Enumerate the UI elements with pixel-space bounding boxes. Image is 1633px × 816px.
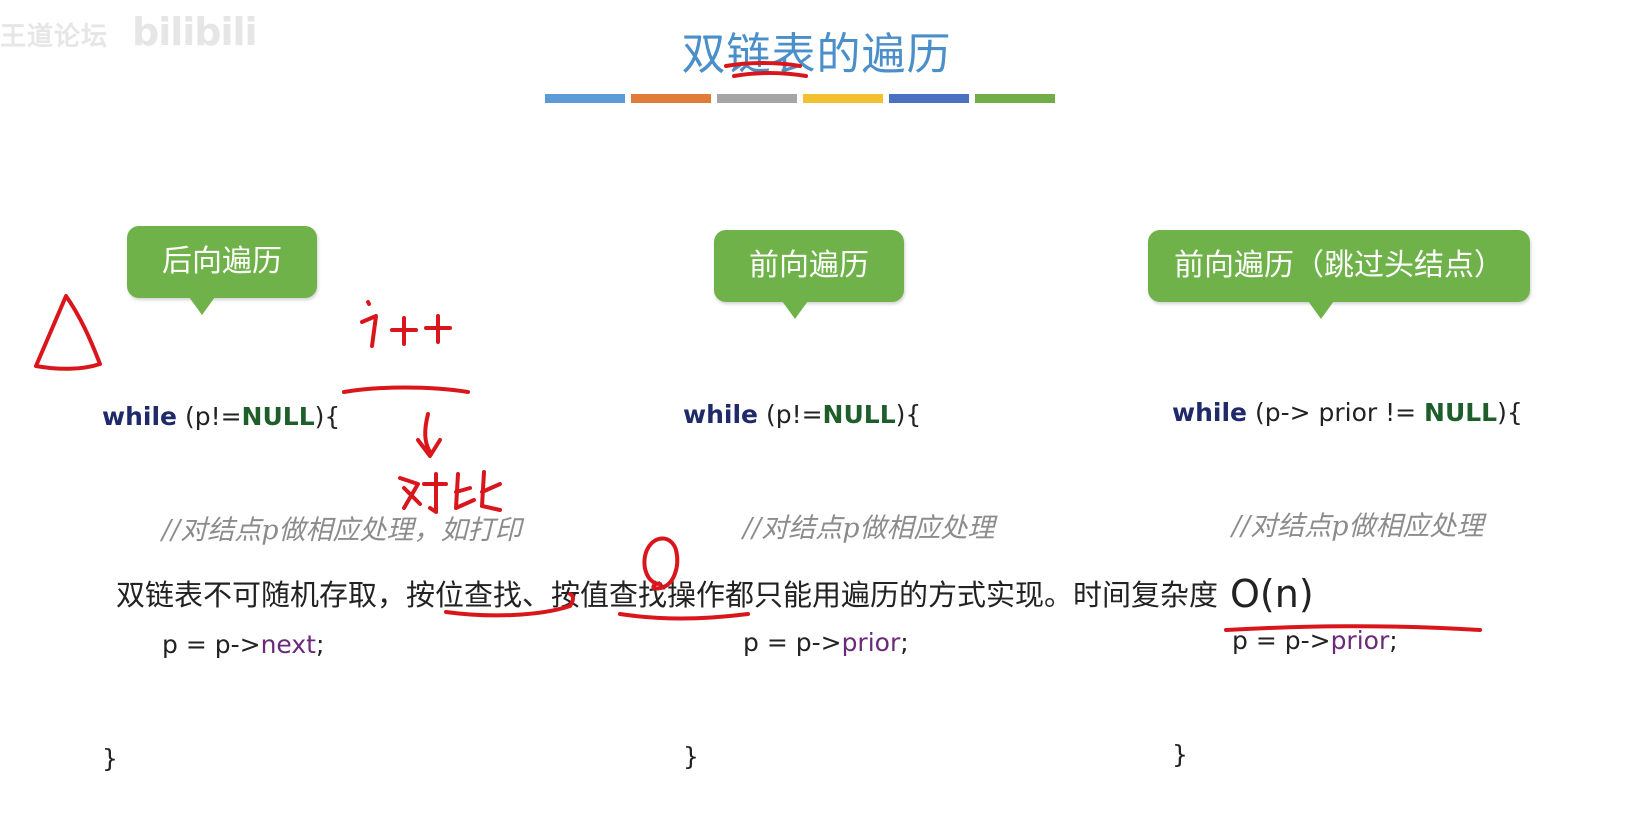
slide-title: 双链表的遍历 bbox=[681, 29, 952, 80]
color-bar bbox=[889, 94, 969, 103]
callout-tail bbox=[782, 301, 808, 319]
summary-sentence: 双链表不可随机存取，按位查找、按值查找操作都只能用遍历的方式实现。时间复杂度 bbox=[116, 578, 1219, 612]
callout-forward-skip-head: 前向遍历（跳过头结点） bbox=[1148, 230, 1530, 319]
complexity-label: O(n) bbox=[1230, 572, 1314, 616]
code-line-close: } bbox=[1172, 740, 1188, 769]
color-bar bbox=[975, 94, 1055, 103]
code-line-while: while (p!=NULL){ bbox=[683, 396, 994, 434]
code-keyword: while bbox=[102, 402, 177, 431]
code-text: ; bbox=[900, 628, 909, 657]
code-text: (p!= bbox=[758, 400, 823, 429]
code-null: NULL bbox=[822, 400, 896, 429]
callout-backward-traversal: 后向遍历 bbox=[127, 226, 317, 315]
code-line-while: while (p-> prior != NULL){ bbox=[1172, 394, 1523, 432]
code-comment: //对结点p做相应处理 bbox=[743, 513, 995, 544]
code-line-assign: p = p->prior; bbox=[1172, 622, 1523, 660]
code-text: (p!= bbox=[177, 402, 242, 431]
code-member: next bbox=[260, 630, 316, 659]
code-member: prior bbox=[1330, 626, 1390, 655]
code-keyword: while bbox=[683, 400, 758, 429]
code-block-forward: while (p!=NULL){ //对结点p做相应处理 p = p->prio… bbox=[683, 320, 994, 814]
code-null: NULL bbox=[241, 402, 315, 431]
callout-forward-traversal: 前向遍历 bbox=[714, 230, 904, 319]
callout-label: 后向遍历 bbox=[162, 244, 282, 279]
code-line-assign: p = p->next; bbox=[102, 626, 521, 664]
ink-triangle bbox=[34, 294, 102, 371]
code-line-while: while (p!=NULL){ bbox=[102, 398, 521, 436]
code-line-close: } bbox=[102, 744, 118, 773]
code-text: (p-> prior != bbox=[1247, 398, 1425, 427]
code-text: ; bbox=[315, 630, 325, 659]
code-comment: //对结点p做相应处理 bbox=[1232, 511, 1484, 542]
color-bar bbox=[717, 94, 797, 103]
code-text: ){ bbox=[314, 402, 341, 431]
code-block-backward: while (p!=NULL){ //对结点p做相应处理，如打印 p = p->… bbox=[102, 322, 521, 816]
callout-tail bbox=[1308, 301, 1334, 319]
callout-label: 前向遍历（跳过头结点） bbox=[1174, 248, 1504, 283]
code-line-comment: //对结点p做相应处理，如打印 bbox=[102, 512, 521, 550]
code-text: ){ bbox=[1497, 398, 1523, 427]
callout-label: 前向遍历 bbox=[749, 248, 869, 283]
code-text: p = p-> bbox=[743, 628, 842, 657]
code-line-assign: p = p->prior; bbox=[683, 624, 994, 662]
code-text: ){ bbox=[895, 400, 922, 429]
code-line-comment: //对结点p做相应处理 bbox=[1172, 508, 1523, 546]
code-line-close: } bbox=[683, 742, 699, 771]
code-null: NULL bbox=[1424, 398, 1498, 427]
code-comment: //对结点p做相应处理，如打印 bbox=[162, 515, 522, 546]
code-text: p = p-> bbox=[162, 630, 261, 659]
callout-tail bbox=[189, 297, 215, 315]
code-line-comment: //对结点p做相应处理 bbox=[683, 510, 994, 548]
code-member: prior bbox=[841, 628, 901, 657]
code-block-forward-skip-head: while (p-> prior != NULL){ //对结点p做相应处理 p… bbox=[1172, 318, 1523, 812]
color-bar bbox=[545, 94, 625, 103]
code-text: ; bbox=[1389, 626, 1398, 655]
code-keyword: while bbox=[1172, 398, 1247, 427]
code-text: p = p-> bbox=[1232, 626, 1331, 655]
color-bar bbox=[803, 94, 883, 103]
summary-text: 双链表不可随机存取，按位查找、按值查找操作都只能用遍历的方式实现。时间复杂度 O(… bbox=[116, 570, 1314, 616]
color-bar bbox=[631, 94, 711, 103]
